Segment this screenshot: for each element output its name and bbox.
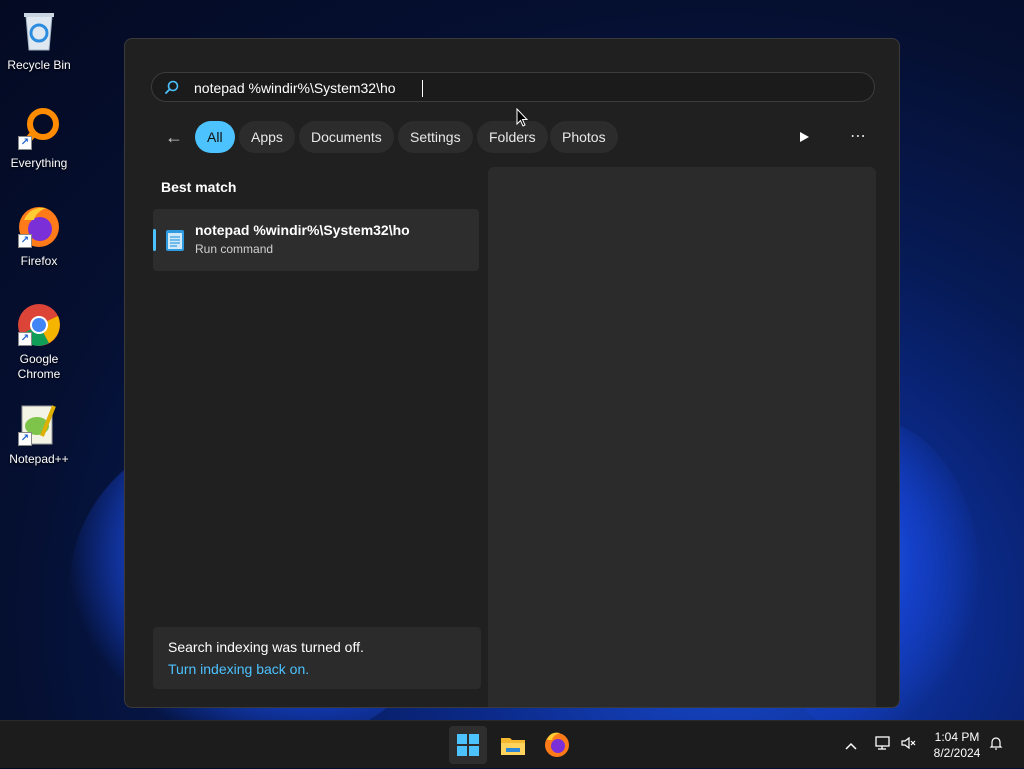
clock-time: 1:04 PM [934,730,980,744]
indexing-message: Search indexing was turned off. [168,639,364,655]
filter-chip-apps[interactable]: Apps [239,121,295,153]
notepad-plus-plus-icon: ↗ [16,402,62,448]
desktop-icon-label: Notepad++ [9,452,69,466]
start-button[interactable] [449,726,487,764]
search-flyout: ← All Apps Documents Settings Folders Ph… [124,38,900,708]
clock-date: 8/2/2024 [933,746,981,760]
firefox-taskbar-button[interactable] [538,726,576,764]
more-options-icon[interactable]: ⋯ [843,121,873,153]
desktop-icon-recycle-bin[interactable]: Recycle Bin [4,8,74,73]
chrome-icon: ↗ [16,302,62,348]
desktop-icon-label: Recycle Bin [7,58,71,72]
search-icon [165,80,179,94]
file-explorer-button[interactable] [494,726,532,764]
indexing-notice: Search indexing was turned off. Turn ind… [153,627,481,689]
shortcut-arrow-icon: ↗ [18,234,32,248]
filter-chip-settings[interactable]: Settings [398,121,473,153]
filter-chip-all[interactable]: All [195,121,235,153]
system-clock[interactable]: 1:04 PM 8/2/2024 [922,729,992,761]
desktop-icon-label: Firefox [20,254,58,268]
firefox-icon [545,732,569,757]
search-box[interactable] [151,72,875,102]
everything-search-icon: ↗ [16,106,62,152]
desktop-icon-notepad-plus-plus[interactable]: ↗ Notepad++ [4,402,74,467]
shortcut-arrow-icon: ↗ [18,332,32,346]
result-subtitle: Run command [195,242,274,256]
volume-muted-icon[interactable] [899,735,919,755]
play-icon[interactable] [789,121,819,153]
best-match-heading: Best match [161,179,237,195]
notepad-icon [165,228,185,252]
best-match-result[interactable]: notepad %windir%\System32\ho Run command [153,209,479,271]
recycle-bin-icon [16,8,62,54]
file-explorer-icon [501,738,525,755]
mouse-cursor-icon [516,107,529,133]
desktop-icon-firefox[interactable]: ↗ Firefox [4,204,74,269]
network-icon[interactable] [873,735,893,755]
chevron-up-icon[interactable] [841,735,861,755]
taskbar: 1:04 PM 8/2/2024 [0,720,1024,768]
desktop-icon-label: Google Chrome [17,352,61,381]
back-arrow-icon[interactable]: ← [161,125,187,149]
shortcut-arrow-icon: ↗ [18,432,32,446]
start-icon [457,734,479,756]
filter-chip-folders[interactable]: Folders [477,121,548,153]
selection-indicator [153,229,156,251]
notification-bell-icon[interactable] [986,735,1006,755]
desktop-icon-everything[interactable]: ↗ Everything [4,106,74,171]
filter-chip-photos[interactable]: Photos [550,121,618,153]
preview-pane [488,167,876,707]
search-input[interactable] [192,76,836,100]
shortcut-arrow-icon: ↗ [18,136,32,150]
desktop-icon-label: Everything [10,156,68,170]
result-title: notepad %windir%\System32\ho [195,222,410,238]
filter-chip-documents[interactable]: Documents [299,121,394,153]
turn-indexing-on-link[interactable]: Turn indexing back on. [168,661,309,677]
desktop-icon-google-chrome[interactable]: ↗ Google Chrome [4,302,74,382]
text-caret [422,80,423,97]
firefox-icon: ↗ [16,204,62,250]
